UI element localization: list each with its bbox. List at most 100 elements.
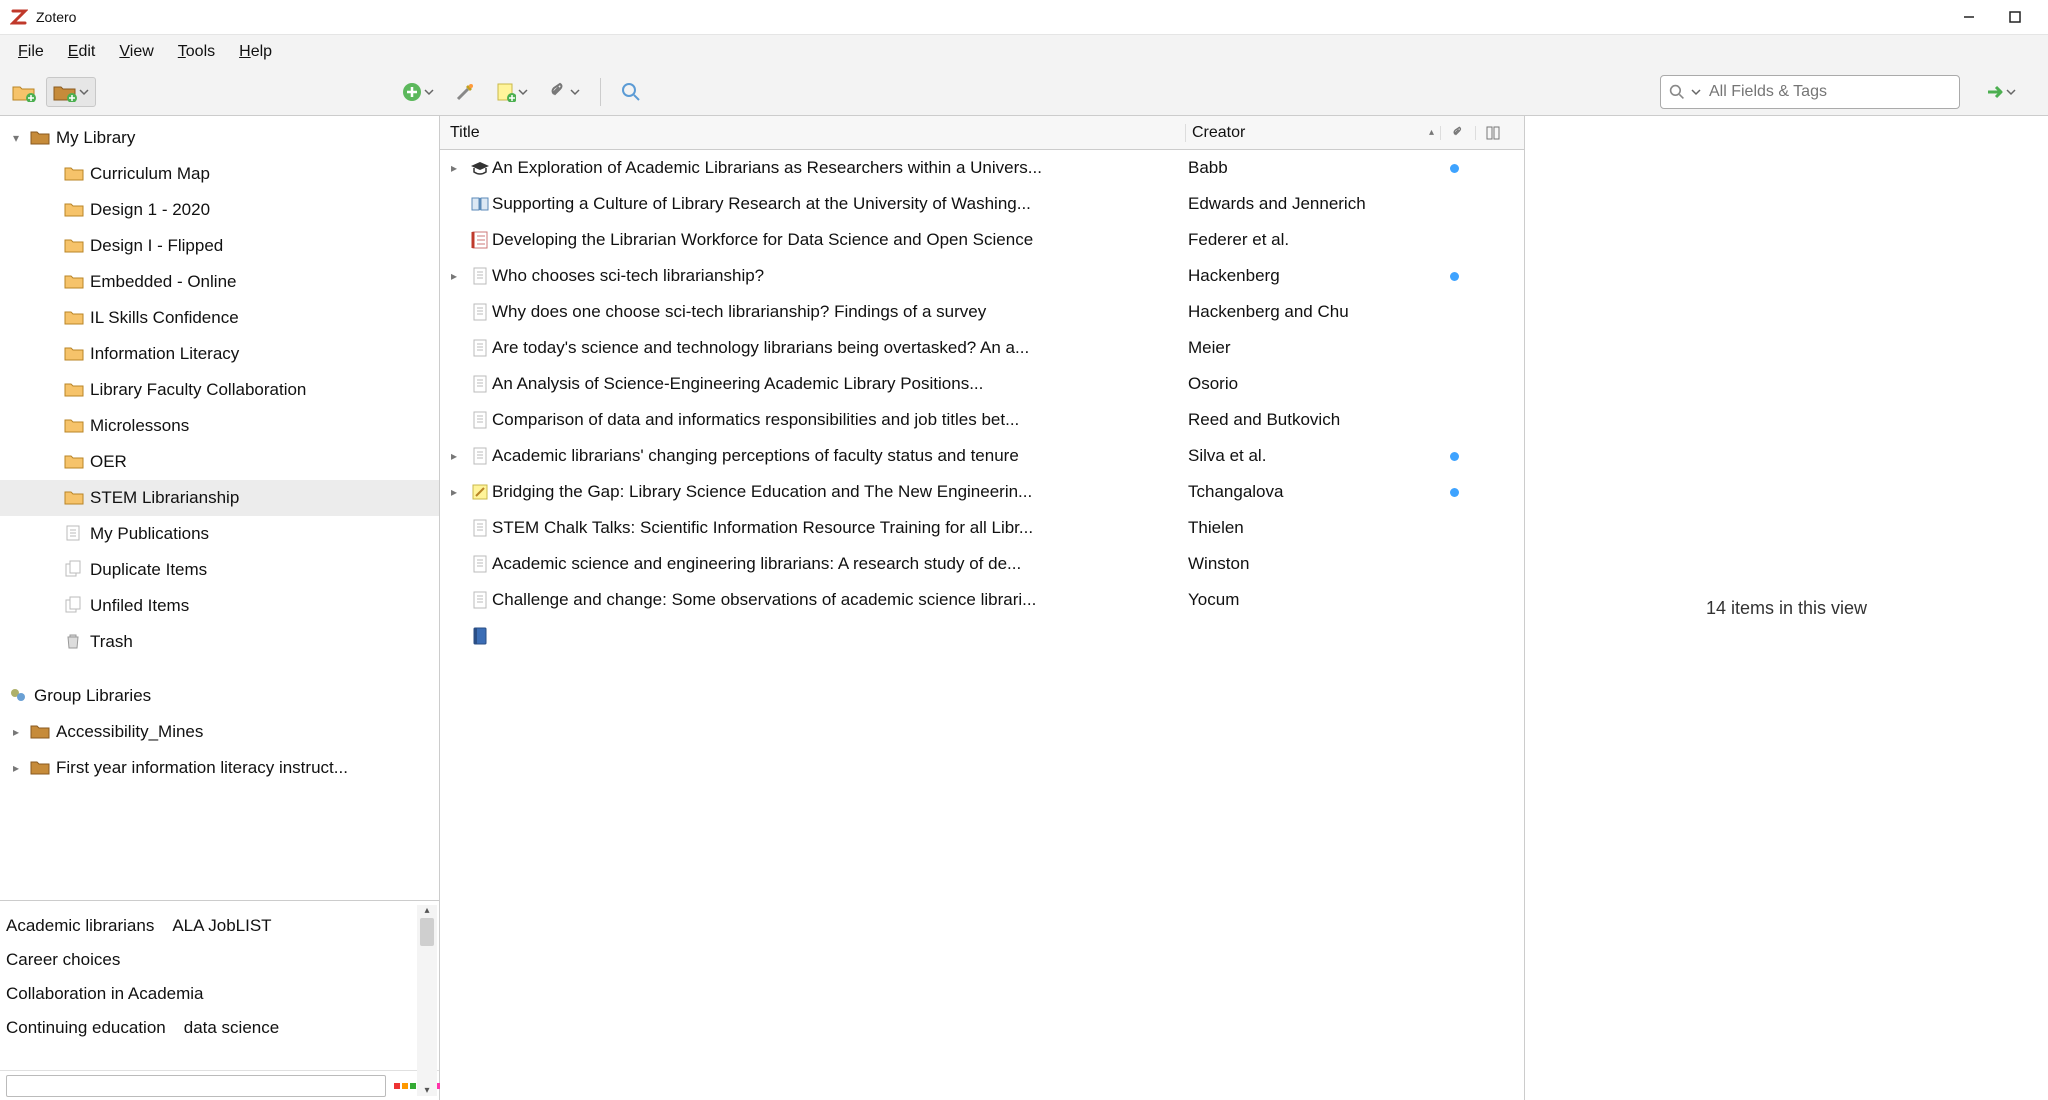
column-creator[interactable]: Creator ▴ [1185,124,1440,142]
tag-list[interactable]: Academic librarians ALA JobLIST Career cho… [0,901,439,1070]
item-row[interactable]: ▸ Bridging the Gap: Library Science Educa… [440,474,1524,510]
expand-twisty[interactable]: ▸ [440,449,468,463]
item-title: Academic science and engineering librari… [492,554,1182,574]
folder-icon [64,200,84,220]
item-creator: Hackenberg and Chu [1182,302,1437,322]
collection-row[interactable]: STEM Librarianship [0,480,439,516]
collection-row[interactable]: OER [0,444,439,480]
collection-row[interactable]: Library Faculty Collaboration [0,372,439,408]
item-creator: Winston [1182,554,1437,574]
toolbar-divider [600,78,601,106]
collection-row[interactable]: Curriculum Map [0,156,439,192]
scroll-up-icon[interactable]: ▴ [424,905,429,916]
item-type-icon [468,591,492,609]
my-library-row[interactable]: ▾ My Library [0,120,439,156]
new-library-button[interactable] [46,77,96,107]
unfiled-items-row[interactable]: Unfiled Items [0,588,439,624]
collection-row[interactable]: Embedded - Online [0,264,439,300]
group-libraries-row[interactable]: Group Libraries [0,678,439,714]
my-publications-row[interactable]: My Publications [0,516,439,552]
item-row[interactable]: Are today's science and technology libra… [440,330,1524,366]
collection-row[interactable]: Information Literacy [0,336,439,372]
my-publications-label: My Publications [90,524,209,544]
add-by-identifier-button[interactable] [448,77,482,107]
tag-filter-input[interactable] [6,1075,386,1097]
search-mode-dropdown[interactable] [1691,87,1701,97]
folder-icon [64,344,84,364]
item-row[interactable]: Supporting a Culture of Library Research… [440,186,1524,222]
new-collection-button[interactable] [6,78,42,106]
menu-edit[interactable]: Edit [56,39,108,65]
item-type-icon [468,303,492,321]
expand-twisty[interactable]: ▸ [440,485,468,499]
duplicate-icon [64,560,84,580]
twisty-open[interactable]: ▾ [8,131,24,145]
tag[interactable]: Career choices [6,950,120,969]
folder-icon [64,380,84,400]
tag[interactable]: ALA JobLIST [172,916,271,935]
twisty-closed[interactable]: ▸ [8,725,24,739]
item-title: Bridging the Gap: Library Science Educat… [492,482,1182,502]
expand-twisty[interactable]: ▸ [440,269,468,283]
new-note-button[interactable] [490,78,534,106]
items-list[interactable]: ▸An Exploration of Academic Librarians a… [440,150,1524,1100]
item-title: Are today's science and technology libra… [492,338,1182,358]
group-row[interactable]: ▸First year information literacy instruc… [0,750,439,786]
advanced-search-button[interactable] [615,78,647,106]
item-row[interactable]: Challenge and change: Some observations … [440,582,1524,618]
collections-tree[interactable]: ▾ My Library Curriculum MapDesign 1 - 20… [0,116,439,900]
item-title: Challenge and change: Some observations … [492,590,1182,610]
item-details-pane: 14 items in this view [1525,116,2048,1100]
item-row[interactable]: Comparison of data and informatics respo… [440,402,1524,438]
tag[interactable]: Academic librarians [6,916,154,935]
menu-file[interactable]: File [6,39,56,65]
twisty-closed[interactable]: ▸ [8,761,24,775]
collection-row[interactable]: IL Skills Confidence [0,300,439,336]
collection-row[interactable]: Design I - Flipped [0,228,439,264]
library-icon [30,128,50,148]
group-label: Accessibility_Mines [56,722,203,742]
new-item-button[interactable] [396,78,440,106]
menu-help[interactable]: Help [227,39,284,65]
locate-button[interactable] [1980,79,2022,105]
tag[interactable]: data science [184,1018,279,1037]
menu-tools[interactable]: Tools [166,39,227,65]
item-row[interactable]: Academic science and engineering librari… [440,546,1524,582]
item-row[interactable]: ▸Who chooses sci-tech librarianship?Hack… [440,258,1524,294]
item-type-icon [468,339,492,357]
column-picker[interactable] [1475,126,1510,140]
scroll-thumb[interactable] [420,918,434,946]
scroll-down-icon[interactable]: ▾ [424,1085,429,1096]
item-row[interactable]: ▸An Exploration of Academic Librarians a… [440,150,1524,186]
item-row[interactable]: ▸Academic librarians' changing perceptio… [440,438,1524,474]
tag[interactable]: Continuing education [6,1018,166,1037]
collection-label: Information Literacy [90,344,239,364]
items-header[interactable]: Title Creator ▴ [440,116,1524,150]
item-row[interactable]: Why does one choose sci-tech librariansh… [440,294,1524,330]
expand-twisty[interactable]: ▸ [440,161,468,175]
minimize-button[interactable] [1946,0,1992,34]
add-attachment-button[interactable] [542,78,586,106]
tag-selector: Academic librarians ALA JobLIST Career cho… [0,900,439,1100]
column-attachment[interactable] [1440,126,1475,140]
duplicate-items-row[interactable]: Duplicate Items [0,552,439,588]
item-creator: Osorio [1182,374,1437,394]
maximize-button[interactable] [1992,0,2038,34]
collection-row[interactable]: Design 1 - 2020 [0,192,439,228]
tag[interactable]: Collaboration in Academia [6,984,204,1003]
menu-view[interactable]: View [107,39,165,65]
collection-row[interactable]: Microlessons [0,408,439,444]
item-row[interactable]: STEM Chalk Talks: Scientific Information… [440,510,1524,546]
search-input[interactable] [1707,82,1951,102]
item-row[interactable]: Developing the Librarian Workforce for D… [440,222,1524,258]
item-row[interactable] [440,618,1524,654]
group-row[interactable]: ▸ Accessibility_Mines [0,714,439,750]
item-creator: Federer et al. [1182,230,1437,250]
tag-scrollbar[interactable]: ▴ ▾ [417,905,437,1096]
trash-row[interactable]: Trash [0,624,439,660]
column-title[interactable]: Title [440,124,1185,142]
item-creator: Meier [1182,338,1437,358]
item-row[interactable]: An Analysis of Science-Engineering Acade… [440,366,1524,402]
sort-indicator-icon: ▴ [1429,127,1434,138]
search-box[interactable] [1660,75,1960,109]
